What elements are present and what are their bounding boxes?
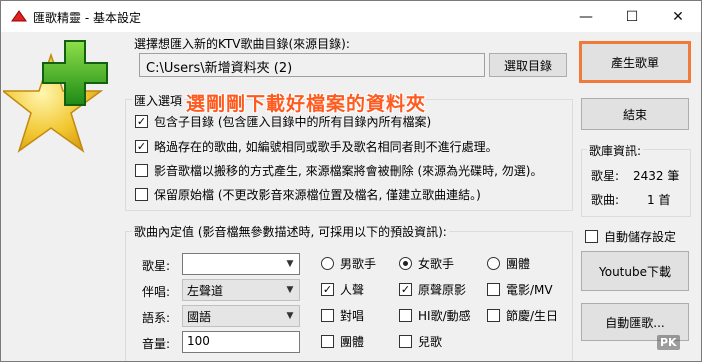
checkbox-checked[interactable]: ✓: [321, 283, 334, 296]
checkbox-checked[interactable]: ✓: [399, 283, 412, 296]
check-vocal[interactable]: ✓ 人聲: [321, 281, 364, 298]
radio-selected[interactable]: [399, 257, 412, 270]
chevron-down-icon: ▼: [286, 311, 294, 321]
maximize-button[interactable]: ☐: [609, 1, 655, 32]
radio-unselected[interactable]: [321, 257, 334, 270]
song-defaults-label: 歌曲內定值 (影音檔無參數描述時, 可採用以下的預設資訊):: [132, 223, 449, 240]
title-bar: 匯歌精靈 - 基本設定 — ☐ ✕: [1, 1, 701, 32]
close-button[interactable]: ✕: [655, 1, 701, 32]
checkbox-checked[interactable]: ✓: [135, 115, 148, 128]
check-duet[interactable]: 對唱: [321, 307, 364, 324]
autosave-option[interactable]: 自動儲存設定: [585, 228, 676, 245]
check-festival-birthday[interactable]: 節慶/生日: [487, 307, 558, 324]
checkbox-unchecked[interactable]: [487, 309, 500, 322]
language-select[interactable]: 國語 ▼: [182, 305, 300, 327]
library-info-label: 歌庫資訊:: [587, 142, 644, 159]
chevron-down-icon: ▼: [286, 285, 294, 295]
radio-female-singer[interactable]: 女歌手: [399, 255, 454, 272]
checkbox-checked[interactable]: ✓: [135, 140, 148, 153]
checkbox-unchecked[interactable]: [135, 164, 148, 177]
stars-label: 歌星:: [591, 169, 620, 183]
checkbox-unchecked[interactable]: [321, 309, 334, 322]
check-hi-dance[interactable]: HI歌/動感: [399, 307, 471, 324]
checkbox-unchecked[interactable]: [585, 230, 598, 243]
minimize-button[interactable]: —: [563, 1, 609, 32]
app-window: 匯歌精靈 - 基本設定 — ☐ ✕ 選擇想匯入新的KTV歌曲目錄(來源目錄): …: [0, 0, 702, 362]
import-options-label: 匯入選項: [132, 92, 185, 109]
radio-male-singer[interactable]: 男歌手: [321, 255, 376, 272]
chevron-down-icon: ▼: [286, 259, 294, 269]
singer-label: 歌星:: [142, 259, 171, 273]
checkbox-unchecked[interactable]: [399, 309, 412, 322]
option-label: 影音歌檔以搬移的方式產生, 來源檔案將會被刪除 (來源為光碟時, 勿選)。: [154, 164, 543, 178]
option-label: 略過存在的歌曲, 如編號相同或歌手及歌名相同者則不進行處理。: [154, 140, 498, 154]
accompaniment-label: 伴唱:: [142, 285, 171, 299]
volume-label: 音量:: [142, 337, 171, 351]
stars-count: 2432 筆: [633, 169, 680, 183]
end-button[interactable]: 結束: [581, 98, 689, 130]
checkbox-unchecked[interactable]: [487, 283, 500, 296]
volume-input[interactable]: 100: [182, 331, 300, 353]
youtube-download-button[interactable]: Youtube下載: [581, 251, 689, 291]
watermark: PK: [657, 335, 680, 350]
source-path-field[interactable]: C:\Users\新增資料夾 (2): [139, 53, 485, 77]
songs-label: 歌曲:: [591, 193, 620, 207]
source-dir-label: 選擇想匯入新的KTV歌曲目錄(來源目錄):: [132, 35, 352, 52]
check-original[interactable]: ✓ 原聲原影: [399, 281, 466, 298]
option-move-files[interactable]: 影音歌檔以搬移的方式產生, 來源檔案將會被刪除 (來源為光碟時, 勿選)。: [135, 162, 542, 179]
star-plus-logo-icon: [3, 40, 108, 153]
window-title: 匯歌精靈 - 基本設定: [33, 11, 141, 25]
app-icon: [11, 10, 27, 22]
radio-group[interactable]: 團體: [487, 255, 530, 272]
select-directory-button[interactable]: 選取目錄: [489, 53, 567, 77]
option-keep-original[interactable]: 保留原始檔 (不更改影音來源檔位置及檔名, 僅建立歌曲連結。): [135, 186, 481, 203]
option-skip-existing[interactable]: ✓ 略過存在的歌曲, 如編號相同或歌手及歌名相同者則不進行處理。: [135, 138, 498, 155]
checkbox-unchecked[interactable]: [399, 335, 412, 348]
radio-unselected[interactable]: [487, 257, 500, 270]
check-movie-mv[interactable]: 電影/MV: [487, 281, 553, 298]
songs-count: 1 首: [647, 193, 671, 207]
language-label: 語系:: [142, 311, 171, 325]
check-children[interactable]: 兒歌: [399, 333, 442, 350]
accompaniment-select[interactable]: 左聲道 ▼: [182, 279, 300, 301]
option-label: 保留原始檔 (不更改影音來源檔位置及檔名, 僅建立歌曲連結。): [154, 188, 481, 202]
checkbox-unchecked[interactable]: [135, 188, 148, 201]
check-group[interactable]: 團體: [321, 333, 364, 350]
singer-select[interactable]: ▼: [182, 253, 300, 275]
checkbox-unchecked[interactable]: [321, 335, 334, 348]
annotation-text: 選剛剛下載好檔案的資料夾: [186, 93, 427, 115]
generate-playlist-button[interactable]: 產生歌單: [579, 41, 691, 83]
